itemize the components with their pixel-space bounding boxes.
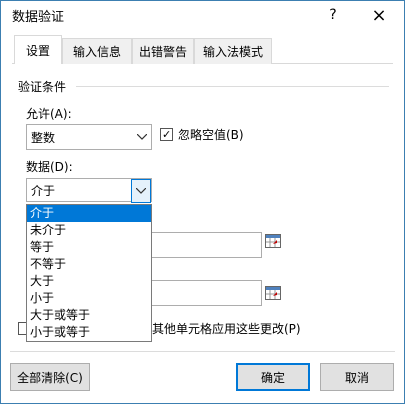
ok-button[interactable]: 确定 <box>236 363 310 391</box>
range-select-icon <box>265 286 281 300</box>
clear-all-button[interactable]: 全部清除(C) <box>10 363 90 391</box>
allow-select-value: 整数 <box>31 130 56 145</box>
dropdown-option[interactable]: 大于 <box>27 273 151 290</box>
group-divider <box>76 86 389 87</box>
range-select-button[interactable] <box>264 232 282 250</box>
checkmark-icon: ✓ <box>162 128 172 141</box>
dropdown-option[interactable]: 小于 <box>27 290 151 307</box>
tab-ime-mode[interactable]: 输入法模式 <box>194 38 272 64</box>
dropdown-option[interactable]: 介于 <box>27 205 151 222</box>
dropdown-option[interactable]: 小于或等于 <box>27 324 151 341</box>
allow-select[interactable]: 整数 <box>26 124 152 150</box>
chevron-down-icon[interactable] <box>131 179 151 203</box>
close-button[interactable]: × <box>368 4 390 26</box>
dialog-title: 数据验证 <box>12 10 65 25</box>
ignore-blank-checkbox[interactable]: ✓ <box>160 128 173 141</box>
dropdown-option[interactable]: 等于 <box>27 239 151 256</box>
clear-all-label: 全部清除(C) <box>17 370 83 385</box>
tab-error-alert[interactable]: 出错警告 <box>132 38 194 64</box>
allow-label: 允许(A): <box>26 107 72 121</box>
tab-input-message[interactable]: 输入信息 <box>62 38 132 64</box>
ok-label: 确定 <box>260 370 285 385</box>
data-select[interactable]: 介于 <box>26 178 152 203</box>
cancel-button[interactable]: 取消 <box>320 363 394 391</box>
apply-to-all-label: 其他单元格应用这些更改(P) <box>152 322 301 336</box>
help-button[interactable]: ? <box>322 4 344 26</box>
dropdown-option[interactable]: 大于或等于 <box>27 307 151 324</box>
tab-label: 输入法模式 <box>202 45 263 59</box>
ignore-blank-label: 忽略空值(B) <box>178 128 244 142</box>
tab-label: 设置 <box>25 43 50 58</box>
dropdown-option[interactable]: 未介于 <box>27 222 151 239</box>
validation-criteria-heading: 验证条件 <box>18 80 67 94</box>
tab-settings[interactable]: 设置 <box>14 35 62 64</box>
dropdown-option[interactable]: 不等于 <box>27 256 151 273</box>
range-select-button[interactable] <box>264 284 282 302</box>
tab-label: 出错警告 <box>138 45 187 59</box>
tab-label: 输入信息 <box>72 45 121 59</box>
data-select-value: 介于 <box>31 183 56 198</box>
data-dropdown-list: 介于 未介于 等于 不等于 大于 小于 大于或等于 小于或等于 <box>26 204 152 342</box>
footer-divider <box>10 351 395 352</box>
cancel-label: 取消 <box>344 370 369 385</box>
chevron-down-icon <box>133 125 151 149</box>
data-label: 数据(D): <box>26 160 73 174</box>
help-icon: ? <box>329 7 337 23</box>
range-select-icon <box>265 234 281 248</box>
close-icon: × <box>371 4 387 26</box>
